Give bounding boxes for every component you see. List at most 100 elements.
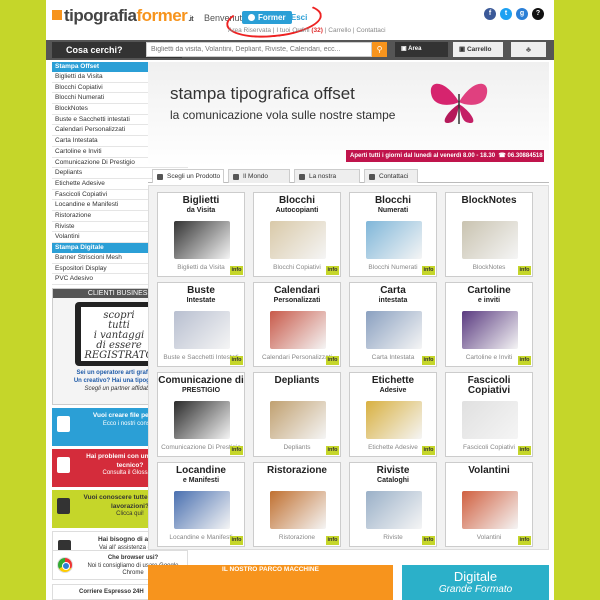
product-card[interactable]: Riviste Cataloghi Riviste info (349, 462, 437, 547)
area-riservata-button[interactable]: ▣ Area Riservata (395, 42, 448, 67)
product-card[interactable]: Cartoline e inviti Cartoline e Inviti info (445, 282, 533, 367)
product-grid: Biglietti da Visita Biglietti da Visita inf… (148, 185, 549, 550)
tab-mondo-former[interactable]: Il Mondo Former (228, 169, 290, 194)
highlight-circle (224, 0, 324, 42)
product-card[interactable]: Etichette Adesive Etichette Adesive info (349, 372, 437, 457)
info-badge[interactable]: info (326, 356, 339, 365)
sub-navigation: Area Riservata | I tuoi Ordini (32) | Ca… (228, 27, 386, 34)
gplus-icon[interactable]: g (516, 8, 528, 20)
info-badge[interactable]: info (230, 446, 243, 455)
digital-large-format-banner[interactable]: Digitale Grande Formato (402, 565, 549, 600)
search-bar: Cosa cerchi? ⚲ ▣ Area Riservata ▣ Carrel… (46, 40, 554, 67)
product-card[interactable]: Blocchi Numerati Blocchi Numerati info (349, 192, 437, 277)
info-badge[interactable]: info (422, 536, 435, 545)
subnav-contattaci[interactable]: Contattaci (356, 27, 385, 34)
product-image (174, 401, 230, 439)
info-badge[interactable]: info (422, 266, 435, 275)
tab-scegli-prodotto[interactable]: Scegli un Prodotto (152, 169, 224, 183)
logo-mark-icon (52, 10, 62, 20)
product-title: Cartoline e inviti (446, 286, 532, 306)
product-title-sub: intestata (378, 297, 408, 304)
info-badge[interactable]: info (230, 536, 243, 545)
tab-nostra-azienda[interactable]: La nostra Azienda (294, 169, 360, 194)
product-title: Etichette Adesive (350, 376, 436, 396)
product-card[interactable]: Fascicoli Copiativi Fascicoli Copiativi in… (445, 372, 533, 457)
hero-banner[interactable]: stampa tipografica offset la comunicazio… (148, 62, 549, 166)
cart-button[interactable]: ▣ Carrello (453, 42, 503, 57)
product-card[interactable]: Blocchi Autocopianti Blocchi Copiativi info (253, 192, 341, 277)
info-badge[interactable]: info (230, 356, 243, 365)
phone-icon: ☎ (498, 153, 506, 159)
info-badge[interactable]: info (518, 356, 531, 365)
product-image (174, 491, 230, 529)
info-badge[interactable]: info (326, 536, 339, 545)
product-title: BlockNotes (446, 196, 532, 206)
product-image (366, 401, 422, 439)
tablet-text: REGISTRATO (84, 350, 154, 362)
info-badge[interactable]: info (326, 446, 339, 455)
globe-icon (233, 174, 239, 180)
logo-tld: .it (188, 16, 194, 23)
product-title-sub: PRESTIGIO (181, 387, 221, 394)
product-image (174, 311, 230, 349)
product-card[interactable]: Biglietti da Visita Biglietti da Visita inf… (157, 192, 245, 277)
product-title-line: Buste (187, 285, 215, 296)
search-input[interactable] (146, 42, 372, 57)
product-image (174, 221, 230, 259)
info-badge[interactable]: info (422, 446, 435, 455)
product-image (462, 311, 518, 349)
info-badge[interactable]: info (518, 446, 531, 455)
product-card[interactable]: Comunicazione di PRESTIGIO Comunicazione D… (157, 372, 245, 457)
product-title-sub: Adesive (379, 387, 407, 394)
subnav-carrello[interactable]: Carrello (328, 27, 351, 34)
courier-label: Corriere Espresso 24H (79, 589, 144, 595)
product-title-sub: Intestate (186, 297, 216, 304)
subnav-area-riservata[interactable]: Area Riservata (228, 27, 271, 34)
notifications-button[interactable]: ♣ (511, 42, 546, 57)
product-image (270, 491, 326, 529)
product-image (366, 311, 422, 349)
top-bar: tipografiaformer.it Benvenuto Former - E… (46, 0, 554, 42)
machines-title: IL NOSTRO PARCO MACCHINE (222, 566, 319, 573)
product-card[interactable]: Calendari Personalizzati Calendari Persona… (253, 282, 341, 367)
product-card[interactable]: Locandine e Manifesti Locandine e Manifest… (157, 462, 245, 547)
tab-contattaci[interactable]: Contattaci (364, 169, 418, 183)
info-icon (57, 457, 70, 474)
product-title-line: Fascicoli Copiativi (467, 375, 511, 396)
machines-banner[interactable]: IL NOSTRO PARCO MACCHINE (148, 565, 393, 600)
facebook-icon[interactable]: f (484, 8, 496, 20)
product-image (462, 401, 518, 439)
product-card[interactable]: Volantini Volantini info (445, 462, 533, 547)
product-title-line: Volantini (468, 465, 510, 476)
product-card[interactable]: Depliants Depliants info (253, 372, 341, 457)
chrome-icon (57, 557, 73, 573)
product-title-line: Riviste (376, 465, 410, 476)
help-icon[interactable]: ? (532, 8, 544, 20)
product-title-line: Biglietti (182, 195, 220, 206)
product-title: Fascicoli Copiativi (446, 376, 532, 396)
info-badge[interactable]: info (422, 356, 435, 365)
twitter-icon[interactable]: t (500, 8, 512, 20)
cart-label: Carrello (466, 46, 492, 53)
site-logo[interactable]: tipografiaformer.it (52, 6, 194, 26)
cart-icon: ▣ (459, 46, 467, 53)
product-image (462, 491, 518, 529)
product-card[interactable]: BlockNotes BlockNotes info (445, 192, 533, 277)
search-button[interactable]: ⚲ (372, 42, 387, 57)
product-card[interactable]: Buste Intestate Buste e Sacchetti Intestat… (157, 282, 245, 367)
search-icon: ⚲ (376, 45, 383, 54)
product-card[interactable]: Carta intestata Carta Intestata info (349, 282, 437, 367)
info-badge[interactable]: info (518, 266, 531, 275)
product-card[interactable]: Ristorazione Ristorazione info (253, 462, 341, 547)
info-badge[interactable]: info (230, 266, 243, 275)
banner-title: stampa tipografica offset (170, 84, 355, 103)
product-title-sub: Cataloghi (377, 477, 409, 484)
product-title-line: Blocchi (374, 195, 412, 206)
product-title: Blocchi Autocopianti (254, 196, 340, 216)
info-badge[interactable]: info (326, 266, 339, 275)
subnav-ordini[interactable]: I tuoi Ordini (276, 27, 309, 34)
product-title-line: Blocchi (278, 195, 316, 206)
product-image (270, 401, 326, 439)
info-badge[interactable]: info (518, 536, 531, 545)
product-title: Carta intestata (350, 286, 436, 306)
